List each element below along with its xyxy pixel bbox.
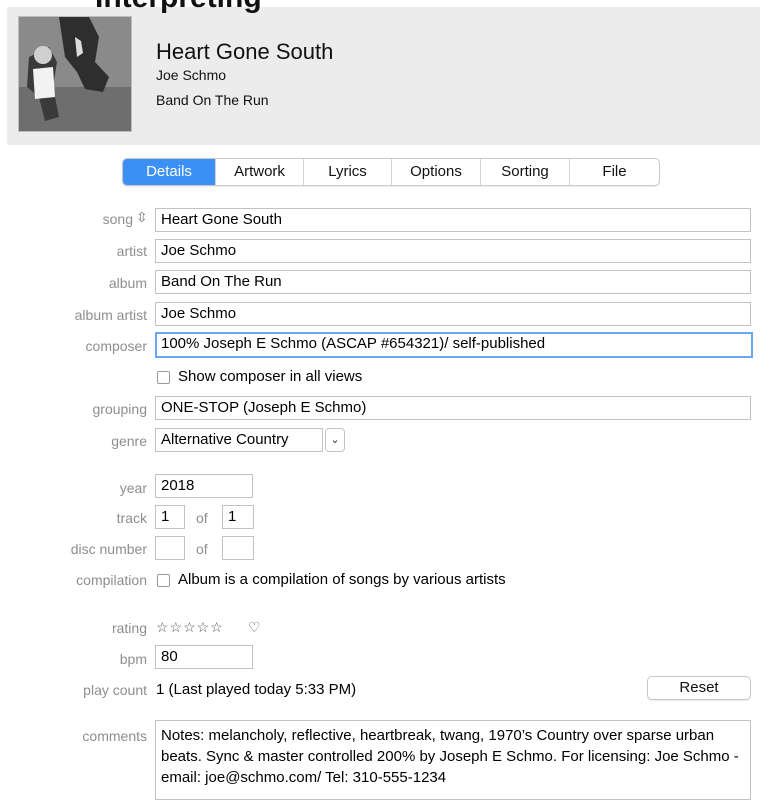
compilation-checkbox[interactable] xyxy=(157,574,170,587)
tab-sorting[interactable]: Sorting xyxy=(480,159,569,185)
track-total-field[interactable]: 1 xyxy=(222,505,254,529)
sort-toggle-icon[interactable]: ⇳ xyxy=(136,209,148,226)
show-composer-label: Show composer in all views xyxy=(178,368,363,385)
chevron-down-icon[interactable]: ⌄ xyxy=(325,428,345,452)
bpm-field[interactable]: 80 xyxy=(155,645,253,669)
year-label: year xyxy=(119,480,147,496)
header-album: Band On The Run xyxy=(156,92,269,108)
album-label: album xyxy=(108,275,147,291)
rating-label: rating xyxy=(111,620,147,636)
rating-stars[interactable]: ☆☆☆☆☆ xyxy=(156,619,224,636)
track-header: Heart Gone South Joe Schmo Band On The R… xyxy=(7,7,760,145)
reset-button[interactable]: Reset xyxy=(647,676,751,700)
compilation-label: compilation xyxy=(76,572,147,588)
grouping-field[interactable]: ONE-STOP (Joseph E Schmo) xyxy=(155,396,751,420)
genre-select[interactable]: Alternative Country xyxy=(155,428,323,452)
play-count-value: 1 (Last played today 5:33 PM) xyxy=(156,681,357,698)
disc-number-field[interactable] xyxy=(155,536,185,560)
tab-file[interactable]: File xyxy=(569,159,659,185)
song-label: song xyxy=(102,211,133,227)
comments-field[interactable]: Notes: melancholy, reflective, heartbrea… xyxy=(155,720,751,800)
play-count-label: play count xyxy=(83,682,147,698)
tab-artwork[interactable]: Artwork xyxy=(215,159,303,185)
heart-icon[interactable]: ♡ xyxy=(248,619,261,636)
disc-of-label: of xyxy=(196,541,208,557)
artist-label: artist xyxy=(116,243,147,259)
tab-options[interactable]: Options xyxy=(391,159,480,185)
artwork-image xyxy=(19,17,131,131)
bpm-label: bpm xyxy=(119,651,147,667)
compilation-checkbox-label: Album is a compilation of songs by vario… xyxy=(178,571,506,588)
grouping-label: grouping xyxy=(92,401,148,417)
track-label: track xyxy=(116,510,147,526)
song-field[interactable]: Heart Gone South xyxy=(155,208,751,232)
tab-details[interactable]: Details xyxy=(123,159,215,185)
disc-number-label: disc number xyxy=(70,541,147,557)
genre-label: genre xyxy=(111,433,147,449)
tab-lyrics[interactable]: Lyrics xyxy=(303,159,391,185)
comments-label: comments xyxy=(82,728,147,744)
header-song-title: Heart Gone South xyxy=(156,39,334,64)
composer-label: composer xyxy=(85,338,147,354)
album-artist-field[interactable]: Joe Schmo xyxy=(155,302,751,326)
composer-field[interactable]: 100% Joseph E Schmo (ASCAP #654321)/ sel… xyxy=(155,332,753,358)
overlay-title: Interpreting xyxy=(95,0,262,16)
header-artist: Joe Schmo xyxy=(156,67,227,83)
track-number-field[interactable]: 1 xyxy=(155,505,185,529)
album-artist-label: album artist xyxy=(74,307,147,323)
album-artwork[interactable] xyxy=(18,16,132,132)
artist-field[interactable]: Joe Schmo xyxy=(155,239,751,263)
album-field[interactable]: Band On The Run xyxy=(155,270,751,294)
track-of-label: of xyxy=(196,510,208,526)
tab-bar: Details Artwork Lyrics Options Sorting F… xyxy=(122,158,660,186)
show-composer-checkbox[interactable] xyxy=(157,371,170,384)
disc-total-field[interactable] xyxy=(222,536,254,560)
year-field[interactable]: 2018 xyxy=(155,474,253,498)
